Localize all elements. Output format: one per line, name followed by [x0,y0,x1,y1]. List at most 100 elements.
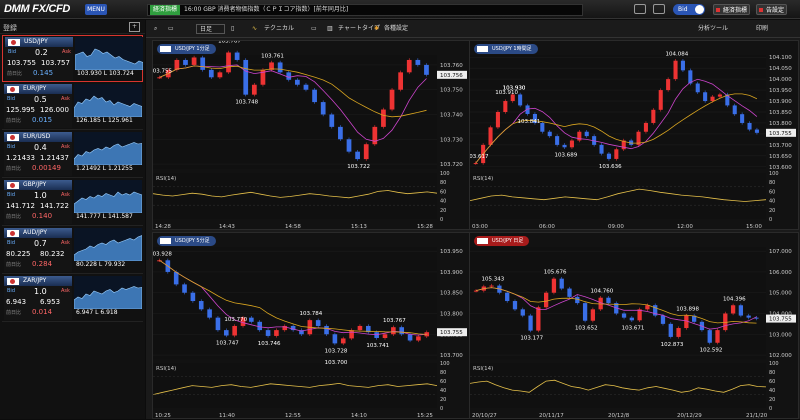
technical-icon[interactable]: ∿ [252,24,257,34]
economic-indicator-button[interactable]: 経済指標 [713,4,751,15]
flag-icon [7,134,19,141]
bid-ask-toggle[interactable]: Bid [673,4,705,15]
price-annotation: 103.930 [503,85,526,91]
candle [157,77,163,79]
news-ticker[interactable]: 経済指標 16:00 GBP 消費者物価指数（ＣＰＩコア指数）[前年同月比] [147,4,583,16]
pair-row[interactable]: ZAR/JPY Bid Ask 1.0 6.943 6.953 前日比 0.01… [2,275,143,322]
price-annotation: 104.396 [723,296,746,302]
price-annotation: 105.343 [481,277,504,283]
add-pair-button[interactable]: + [129,22,140,32]
rsi-tick-label: 80 [440,180,446,186]
candle [746,315,751,318]
candle-icon[interactable]: ▯ [231,24,234,34]
chart-panel[interactable]: 104.100 104.050 104.000 103.950 103.900 103.8… [469,40,799,230]
ask-price-button[interactable]: 103.757 [41,59,70,67]
candle [208,69,214,78]
bid-price-button[interactable]: 6.943 [6,298,26,306]
print-button[interactable]: 印刷 [756,24,768,34]
pair-quote[interactable]: ZAR/JPY Bid Ask 1.0 6.943 6.953 前日比 0.01… [4,276,72,320]
sparkline[interactable] [75,37,143,70]
candle [355,151,360,160]
chart-title[interactable]: USD/JPY 日足 [474,236,530,246]
register-icon[interactable]: 登録 [3,23,17,33]
ask-label: Ask [61,240,70,246]
sparkline[interactable] [74,228,142,261]
technical-button[interactable]: テクニカル [264,24,294,34]
candle [277,62,283,73]
price-annotation: 103.722 [347,164,370,170]
chart-title[interactable]: USD/JPY 5分足 [157,236,216,246]
analysis-tool-button[interactable]: 分析ツール [698,24,728,34]
candle [747,122,752,130]
pair-name: EUR/JPY [23,85,47,92]
chart-type-icon[interactable]: ▥ [327,24,333,34]
pair-quote[interactable]: USD/JPY Bid Ask 0.2 103.755 103.757 前日比 … [5,37,73,81]
pair-row[interactable]: USD/JPY Bid Ask 0.2 103.755 103.757 前日比 … [2,35,143,82]
bid-price-button[interactable]: 141.712 [6,202,35,210]
rsi-tick-label: 0 [440,217,443,223]
ask-price-button[interactable]: 1.21437 [40,154,69,162]
bid-label: Bid [7,288,15,294]
candle [174,59,180,70]
rsi-tick-label: 0 [769,217,772,223]
price-annotation: 103.784 [300,311,323,317]
pair-row[interactable]: EUR/JPY Bid Ask 0.5 125.995 126.000 前日比 … [2,83,143,130]
y-tick-label: 103.760 [440,63,463,69]
sparkline[interactable] [74,276,142,309]
rsi-tick-label: 100 [440,171,450,177]
candle [715,330,720,343]
rsi-label: RSI(14) [156,366,176,372]
bid-price-button[interactable]: 1.21433 [6,154,35,162]
alert-settings-button[interactable]: 告設定 [756,4,788,15]
top-bar: DMM FX/CFD MENU 経済指標 16:00 GBP 消費者物価指数（ＣＰ… [0,0,800,19]
ask-price-button[interactable]: 141.722 [40,202,69,210]
menu-button[interactable]: MENU [85,4,107,15]
candle [234,52,240,60]
bid-price-button[interactable]: 125.995 [6,106,35,114]
pair-quote[interactable]: EUR/USD Bid Ask 0.4 1.21433 1.21437 前日比 … [4,132,72,176]
chat-icon[interactable]: ▭ [311,24,317,34]
bid-label: Bid [7,144,15,150]
candle [182,284,187,293]
settings-button[interactable]: 各種設定 [384,24,408,34]
candle [569,140,574,148]
candle [520,309,525,316]
flag-icon [7,278,19,285]
chart-panel[interactable]: 103.760 103.750 103.740 103.730 103.720 103.7… [152,40,470,230]
pair-quote[interactable]: GBP/JPY Bid Ask 1.0 141.712 141.722 前日比 … [4,180,72,224]
period-select[interactable]: 日足 [196,24,226,34]
sparkline[interactable] [74,180,142,213]
candle [232,325,237,336]
price-annotation: 103.700 [325,360,348,366]
rate-panel: 登録 + USD/JPY Bid Ask 0.2 103.755 103.757… [0,20,145,419]
print-icon[interactable] [634,4,646,14]
pair-quote[interactable]: AUD/JPY Bid Ask 0.7 80.225 80.232 前日比 0.… [4,228,72,272]
ask-price-button[interactable]: 126.000 [40,106,69,114]
price-annotation: 103.767 [383,318,406,324]
candle [584,131,589,137]
candle [717,94,722,97]
camera-icon[interactable] [653,4,665,14]
news-text: 16:00 GBP 消費者物価指数（ＣＰＩコア指数）[前年同月比] [184,6,349,13]
chart-title[interactable]: USD/JPY 1時間足 [474,44,538,54]
sparkline-area [74,95,142,117]
flag-icon[interactable]: ▭ [168,24,174,34]
settings-icon[interactable]: ✱ [374,24,379,34]
pair-row[interactable]: AUD/JPY Bid Ask 0.7 80.225 80.232 前日比 0.… [2,227,143,274]
search-icon[interactable]: ⌕ [154,24,157,34]
ask-price-button[interactable]: 6.953 [40,298,60,306]
pair-row[interactable]: EUR/USD Bid Ask 0.4 1.21433 1.21437 前日比 … [2,131,143,178]
rsi-tick-label: 0 [440,406,443,412]
chart-title[interactable]: USD/JPY 1分足 [157,44,216,54]
price-annotation: 105.676 [544,270,567,276]
pair-row[interactable]: GBP/JPY Bid Ask 1.0 141.712 141.722 前日比 … [2,179,143,226]
chart-panel[interactable]: 103.950103.900103.850103.800103.750103.7… [152,232,470,419]
ask-price-button[interactable]: 80.232 [40,250,65,258]
chart-panel[interactable]: 107.000 106.000 105.000 104.000 103.000 102.0… [469,232,799,419]
sparkline[interactable] [74,132,142,165]
pair-quote[interactable]: EUR/JPY Bid Ask 0.5 125.995 126.000 前日比 … [4,84,72,128]
bid-price-button[interactable]: 80.225 [6,250,31,258]
rsi-tick-label: 60 [440,379,446,385]
bid-price-button[interactable]: 103.755 [7,59,36,67]
sparkline[interactable] [74,84,142,117]
